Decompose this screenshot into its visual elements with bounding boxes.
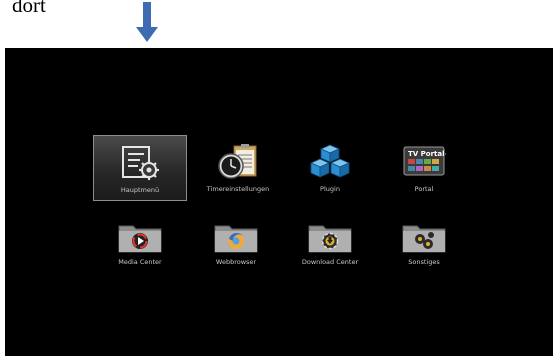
menu-item-timereinstellungen[interactable]: Timereinstellungen <box>191 135 285 201</box>
menu-item-download-center[interactable]: Download Center <box>283 214 377 280</box>
menu-item-hauptmenu[interactable]: Hauptmenü <box>93 135 187 201</box>
menu-item-label: Portal <box>414 185 434 193</box>
clock-calendar-icon <box>218 144 257 179</box>
cubes-icon <box>310 144 350 178</box>
tv-portal-badge: TV Portal+ <box>408 150 446 158</box>
browser-folder-icon <box>214 225 258 253</box>
tv-portal-icon: TV Portal+ <box>403 146 446 176</box>
menu-item-label: Download Center <box>301 258 359 266</box>
caption-text: dort <box>12 0 46 17</box>
menu-item-label: Webbrowser <box>215 258 257 266</box>
menu-item-label: Plugin <box>320 185 340 193</box>
menu-item-plugin[interactable]: Plugin <box>283 135 377 201</box>
menu-item-sonstiges[interactable]: Sonstiges <box>377 214 471 280</box>
menu-item-webbrowser[interactable]: Webbrowser <box>189 214 283 280</box>
download-folder-icon <box>308 225 352 253</box>
menu-item-portal[interactable]: TV Portal+ Portal <box>377 135 471 201</box>
menu-item-media-center[interactable]: Media Center <box>93 214 187 280</box>
settings-document-icon <box>122 146 159 180</box>
menu-item-label: Media Center <box>118 258 162 266</box>
main-menu-grid: Hauptmenü Timereinstellungen Plugin TV P… <box>5 48 553 356</box>
menu-item-label: Sonstiges <box>408 258 440 266</box>
tv-screen: Hauptmenü Timereinstellungen Plugin TV P… <box>5 48 553 356</box>
menu-item-label: Hauptmenü <box>120 186 160 194</box>
media-folder-icon <box>118 225 162 253</box>
menu-item-label: Timereinstellungen <box>206 185 270 193</box>
misc-folder-icon <box>402 225 446 253</box>
down-arrow-icon <box>136 2 158 42</box>
